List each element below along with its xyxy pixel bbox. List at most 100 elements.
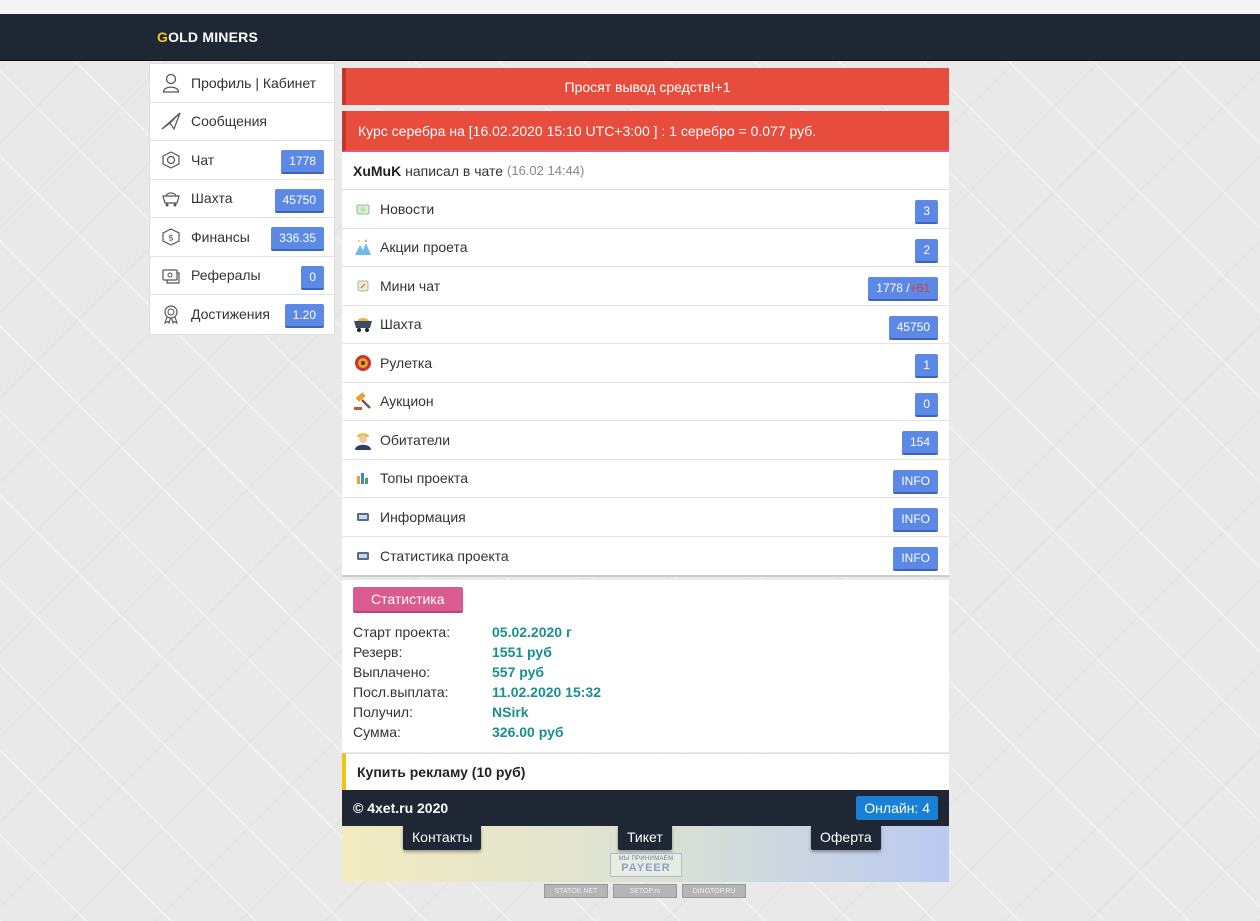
stat-key: Резерв: — [353, 644, 403, 660]
menu-item-auction[interactable]: Аукцион 0 — [342, 383, 949, 421]
info-icon — [353, 507, 373, 527]
worker-icon — [353, 430, 373, 450]
footer-links: Контакты Тикет Оферта МЫ ПРИНИМАЕМ PAYEE… — [342, 826, 949, 882]
project-stats-info-button[interactable]: INFO — [893, 546, 938, 571]
menu-item-information[interactable]: Информация INFO — [342, 498, 949, 537]
menu-item-label: Шахта — [380, 316, 422, 333]
menu-item-news[interactable]: Новости 3 — [342, 190, 949, 229]
chat-count-badge: 1778 — [281, 150, 324, 174]
paper-plane-icon — [161, 111, 181, 131]
stats-button[interactable]: Статистика — [353, 587, 463, 613]
menu-item-promotions[interactable]: Акции проета 2 — [342, 229, 949, 267]
sidebar: Профиль | Кабинет Сообщения Чат 1778 Шах… — [149, 63, 335, 335]
auction-badge: 0 — [915, 392, 938, 417]
menu-item-tops[interactable]: Топы проекта INFO — [342, 460, 949, 498]
sidebar-item-label: Финансы — [191, 228, 250, 245]
contacts-link[interactable]: Контакты — [403, 826, 482, 850]
stat-value: 557 руб — [492, 664, 545, 680]
menu-item-project-stats[interactable]: Статистика проекта INFO — [342, 537, 949, 576]
stat-key: Сумма: — [353, 724, 401, 740]
chat-user-name[interactable]: XuMuK — [353, 163, 401, 179]
menu-item-label: Рулетка — [380, 354, 433, 371]
roulette-badge: 1 — [915, 354, 938, 378]
offer-link[interactable]: Оферта — [811, 826, 881, 850]
user-icon — [161, 73, 181, 93]
sidebar-item-label: Достижения — [191, 306, 270, 323]
withdraw-alert-count: +1 — [714, 78, 731, 95]
withdraw-alert-text: Просят вывод средств! — [564, 78, 715, 95]
achievements-badge: 1.20 — [284, 304, 324, 328]
svg-text:$: $ — [168, 233, 174, 243]
menu-item-label: Информация — [380, 508, 466, 525]
mini-chat-new-count: +61 — [909, 281, 930, 295]
stat-row: Выплачено: 557 руб — [353, 662, 938, 682]
chat-coin-icon — [161, 150, 181, 170]
navbar: GOLD MINERS — [0, 14, 1260, 61]
residents-badge: 154 — [901, 431, 938, 455]
medal-icon — [161, 304, 181, 325]
last-chat-message[interactable]: XuMuK написал в чате (16.02 14:44) — [342, 152, 949, 190]
sidebar-item-label: Профиль | Кабинет — [191, 74, 317, 91]
sidebar-item-label: Шахта — [191, 190, 233, 207]
menu-item-label: Аукцион — [380, 393, 434, 410]
buy-ad-link[interactable]: Купить рекламу (10 руб) — [342, 753, 949, 790]
menu-item-mine[interactable]: Шахта 45750 — [342, 306, 949, 344]
sidebar-item-profile[interactable]: Профиль | Кабинет — [150, 64, 334, 103]
menu-item-residents[interactable]: Обитатели 154 — [342, 421, 949, 460]
menu-item-label: Топы проекта — [380, 470, 469, 487]
mini-chat-icon — [353, 276, 373, 296]
main-menu: Новости 3 Акции проета 2 Мини чат 1778 /… — [342, 190, 949, 577]
mine-badge: 45750 — [888, 315, 938, 340]
menu-item-label: Акции проета — [380, 239, 468, 256]
promo-icon — [353, 237, 373, 257]
sidebar-item-referrals[interactable]: Рефералы 0 — [150, 257, 334, 295]
payeer-name: PAYEER — [621, 862, 671, 874]
stat-value: 326.00 руб — [492, 724, 564, 740]
withdraw-alert[interactable]: Просят вывод средств! +1 — [342, 68, 949, 105]
roulette-icon — [353, 353, 373, 373]
stat-row: Сумма: 326.00 руб — [353, 722, 938, 742]
dinotop-counter[interactable]: DINOTOP.RU — [682, 884, 746, 898]
sidebar-item-chat[interactable]: Чат 1778 — [150, 141, 334, 180]
menu-item-label: Обитатели — [380, 431, 451, 448]
sidebar-item-finance[interactable]: $ Финансы 336.35 — [150, 218, 334, 257]
sidebar-item-mine[interactable]: Шахта 45750 — [150, 180, 334, 218]
sidebar-item-messages[interactable]: Сообщения — [150, 103, 334, 141]
menu-item-roulette[interactable]: Рулетка 1 — [342, 344, 949, 383]
sidebar-item-label: Рефералы — [191, 267, 261, 284]
silver-rate-text: Курс серебра на [16.02.2020 15:10 UTC+3:… — [358, 122, 817, 139]
stat-value: NSirk — [492, 704, 529, 720]
mini-chat-count: 1778 / — [876, 281, 910, 295]
stat-value: 11.02.2020 15:32 — [492, 684, 601, 700]
footer: © 4xet.ru 2020 Онлайн: 4 — [342, 790, 949, 826]
stats-panel: Статистика Старт проекта: 05.02.2020 г Ре… — [342, 580, 949, 752]
online-counter-button[interactable]: Онлайн: 4 — [856, 796, 938, 820]
mine-count-badge: 45750 — [274, 188, 324, 213]
statok-counter[interactable]: STATOK.NET — [544, 884, 608, 898]
menu-item-label: Новости — [380, 200, 435, 217]
stats-icon — [353, 546, 373, 566]
stat-key: Старт проекта: — [353, 624, 451, 640]
news-badge: 3 — [915, 200, 938, 224]
silver-rate-alert: Курс серебра на [16.02.2020 15:10 UTC+3:… — [342, 111, 949, 152]
information-info-button[interactable]: INFO — [893, 508, 938, 532]
ticket-link[interactable]: Тикет — [618, 826, 672, 850]
finance-badge: 336.35 — [271, 227, 324, 251]
tops-info-button[interactable]: INFO — [893, 469, 938, 494]
sidebar-item-label: Сообщения — [191, 113, 267, 130]
stat-key: Выплачено: — [353, 664, 431, 680]
stat-key: Посл.выплата: — [353, 684, 449, 700]
mine-cart-icon — [161, 188, 181, 208]
menu-item-mini-chat[interactable]: Мини чат 1778 /+61 — [342, 267, 949, 306]
top-strip — [0, 0, 1260, 14]
payeer-logo[interactable]: МЫ ПРИНИМАЕМ PAYEER — [610, 853, 682, 877]
brand-logo[interactable]: GOLD MINERS — [157, 29, 258, 45]
counter-badges: STATOK.NET SETOP.ru DINOTOP.RU — [544, 884, 746, 898]
main-content: Просят вывод средств! +1 Курс серебра на … — [342, 68, 949, 882]
sidebar-item-achievements[interactable]: Достижения 1.20 — [150, 295, 334, 334]
setop-counter[interactable]: SETOP.ru — [613, 884, 677, 898]
gavel-icon — [353, 391, 373, 411]
chat-line-time: (16.02 14:44) — [507, 163, 585, 178]
menu-item-label: Мини чат — [380, 277, 441, 294]
referral-icon — [161, 265, 181, 285]
